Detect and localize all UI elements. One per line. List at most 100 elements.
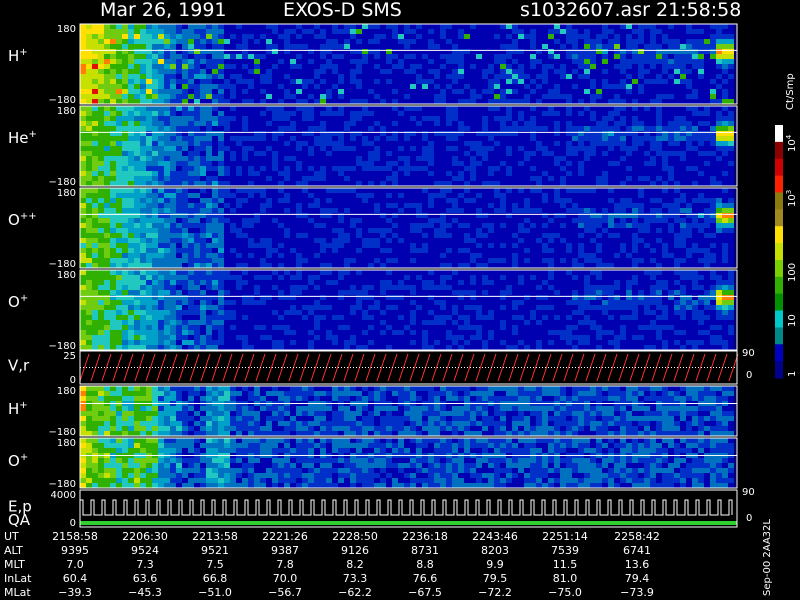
heatmap-cell [182,111,188,116]
heatmap-cell [356,198,362,203]
heatmap-cell [176,218,182,223]
heatmap-cell [152,176,158,181]
heatmap-cell [188,238,194,243]
heatmap-cell [632,121,638,126]
heatmap-cell [656,89,662,94]
heatmap-cell [158,198,164,203]
heatmap-cell [608,198,614,203]
heatmap-cell [452,151,458,156]
heatmap-cell [332,49,338,54]
heatmap-cell [578,106,584,111]
heatmap-cell [242,141,248,146]
heatmap-cell [404,141,410,146]
heatmap-cell [416,126,422,131]
heatmap-cell [392,176,398,181]
heatmap-cell [236,49,242,54]
heatmap-cell [164,29,170,34]
heatmap-cell [416,151,422,156]
heatmap-cell [170,106,176,111]
heatmap-cell [710,151,716,156]
heatmap-cell [452,188,458,193]
heatmap-cell [266,44,272,49]
heatmap-cell [302,223,308,228]
heatmap-cell [632,213,638,218]
heatmap-cell [626,131,632,136]
heatmap-cell [164,34,170,39]
heatmap-cell [584,39,590,44]
heatmap-cell [650,141,656,146]
heatmap-cell [428,243,434,248]
heatmap-cell [578,263,584,268]
heatmap-cell [470,99,476,104]
heatmap-cell [632,141,638,146]
heatmap-cell [650,121,656,126]
heatmap-cell [350,24,356,29]
heatmap-cell [554,203,560,208]
heatmap-cell [506,69,512,74]
heatmap-cell [290,131,296,136]
heatmap-cell [140,106,146,111]
heatmap-cell [572,99,578,104]
heatmap-cell [404,24,410,29]
heatmap-cell [218,176,224,181]
heatmap-cell [134,151,140,156]
heatmap-cell [482,106,488,111]
heatmap-cell [296,243,302,248]
heatmap-cell [272,64,278,69]
heatmap-cell [728,166,734,171]
heatmap-cell [386,243,392,248]
heatmap-cell [152,253,158,258]
heatmap-cell [128,161,134,166]
heatmap-cell [524,44,530,49]
heatmap-cell [110,49,116,54]
heatmap-cell [512,84,518,89]
heatmap-cell [92,243,98,248]
heatmap-cell [434,213,440,218]
heatmap-cell [254,193,260,198]
heatmap-cell [500,193,506,198]
heatmap-cell [434,69,440,74]
heatmap-cell [134,29,140,34]
heatmap-cell [164,181,170,186]
heatmap-cell [542,223,548,228]
heatmap-cell [128,213,134,218]
heatmap-cell [602,136,608,141]
heatmap-cell [476,193,482,198]
heatmap-cell [380,238,386,243]
heatmap-cell [308,126,314,131]
heatmap-cell [626,116,632,121]
heatmap-cell [716,74,722,79]
heatmap-cell [500,136,506,141]
heatmap-cell [362,99,368,104]
heatmap-cell [524,253,530,258]
heatmap-cell [278,69,284,74]
heatmap-cell [248,233,254,238]
heatmap-cell [146,59,152,64]
heatmap-cell [662,44,668,49]
heatmap-cell [242,44,248,49]
heatmap-cell [530,146,536,151]
heatmap-cell [662,54,668,59]
heatmap-cell [122,176,128,181]
heatmap-cell [410,89,416,94]
heatmap-cell [380,243,386,248]
heatmap-cell [260,253,266,258]
heatmap-cell [710,44,716,49]
heatmap-cell [260,263,266,268]
heatmap-cell [692,94,698,99]
heatmap-cell [644,146,650,151]
heatmap-cell [590,24,596,29]
heatmap-cell [146,193,152,198]
heatmap-cell [80,223,86,228]
heatmap-cell [398,166,404,171]
heatmap-cell [500,39,506,44]
heatmap-cell [368,258,374,263]
heatmap-cell [380,146,386,151]
heatmap-cell [164,218,170,223]
heatmap-cell [362,69,368,74]
heatmap-cell [110,94,116,99]
heatmap-cell [182,24,188,29]
heatmap-cell [500,181,506,186]
heatmap-cell [662,29,668,34]
heatmap-cell [524,176,530,181]
